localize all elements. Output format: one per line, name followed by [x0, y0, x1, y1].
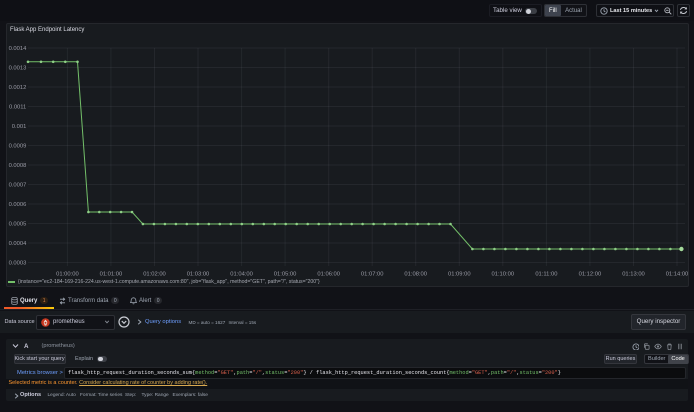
svg-text:01:06:00: 01:06:00 [317, 272, 340, 278]
svg-text:0.0012: 0.0012 [9, 85, 27, 91]
svg-text:01:07:00: 01:07:00 [361, 272, 384, 278]
svg-text:0.0007: 0.0007 [9, 183, 27, 189]
svg-text:01:05:00: 01:05:00 [274, 272, 297, 278]
svg-text:0.0014: 0.0014 [9, 46, 28, 52]
svg-text:01:09:00: 01:09:00 [448, 272, 471, 278]
svg-text:0.001: 0.001 [12, 124, 27, 130]
svg-text:0.0009: 0.0009 [9, 144, 27, 150]
svg-text:01:12:00: 01:12:00 [579, 272, 602, 278]
svg-text:01:10:00: 01:10:00 [492, 272, 515, 278]
svg-text:0.0006: 0.0006 [9, 202, 27, 208]
svg-text:0.0003: 0.0003 [9, 261, 27, 267]
svg-text:0.0005: 0.0005 [9, 222, 27, 228]
svg-text:01:13:00: 01:13:00 [622, 272, 645, 278]
svg-text:0.0008: 0.0008 [9, 163, 27, 169]
svg-text:01:02:00: 01:02:00 [143, 272, 166, 278]
svg-text:01:04:00: 01:04:00 [230, 272, 253, 278]
svg-text:0.0004: 0.0004 [9, 241, 28, 247]
svg-text:0.0013: 0.0013 [9, 66, 27, 72]
svg-text:01:14:00: 01:14:00 [666, 272, 689, 278]
svg-text:01:03:00: 01:03:00 [187, 272, 210, 278]
svg-text:01:00:00: 01:00:00 [56, 272, 79, 278]
svg-text:01:11:00: 01:11:00 [535, 272, 557, 278]
svg-text:0.0011: 0.0011 [9, 105, 26, 111]
svg-text:01:01:00: 01:01:00 [100, 272, 123, 278]
svg-text:01:08:00: 01:08:00 [404, 272, 427, 278]
